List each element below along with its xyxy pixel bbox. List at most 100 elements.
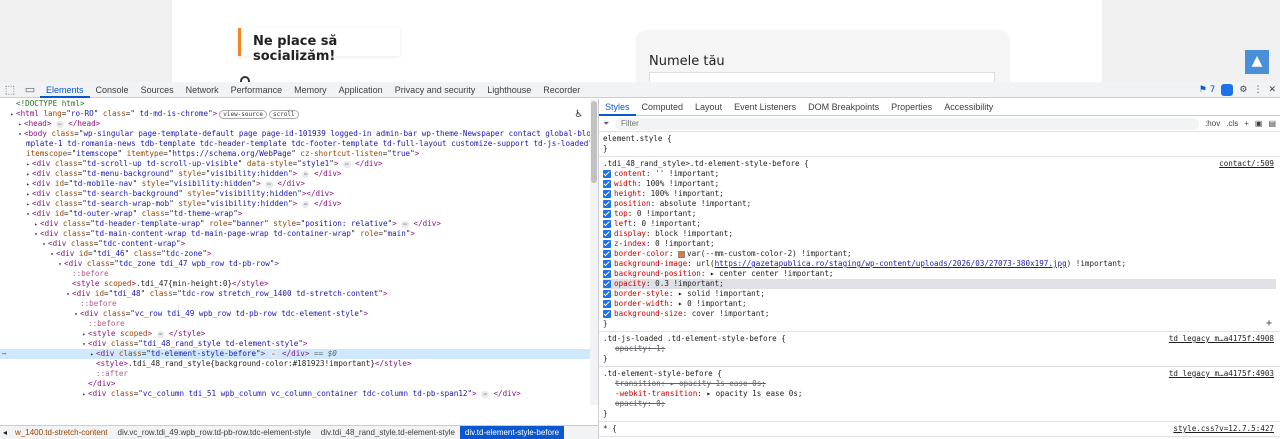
breadcrumb-item[interactable]: div.td-element-style-before [459, 426, 565, 439]
account-icon[interactable] [1221, 84, 1234, 96]
breadcrumb-item[interactable]: w_1400.td-stretch-content [10, 428, 113, 437]
tab-lighthouse[interactable]: Lighthouse [481, 82, 537, 98]
expand-toggle-icon[interactable]: ▾ [40, 240, 48, 249]
filter-tool-button[interactable]: .cls [1226, 119, 1238, 128]
expand-toggle-icon[interactable]: ▾ [16, 130, 24, 139]
breadcrumb-item[interactable]: div.vc_row.tdi_49.wpb_row.td-pb-row.tdc-… [113, 428, 316, 437]
styles-tab-accessibility[interactable]: Accessibility [938, 99, 999, 116]
expand-toggle-icon[interactable]: ▸ [16, 120, 24, 129]
tab-elements[interactable]: Elements [40, 82, 90, 98]
css-property[interactable]: opacity: 0; [603, 399, 1276, 409]
property-checkbox[interactable] [603, 300, 611, 308]
filter-tool-button[interactable]: + [1244, 119, 1249, 128]
css-property[interactable]: z-index: 0 !important; [603, 239, 1276, 249]
close-icon[interactable]: ✕ [1268, 85, 1276, 95]
dom-node-line[interactable]: ⋯ ▸ <div class="td-element-style-before"> … [0, 349, 590, 359]
expand-toggle-icon[interactable]: ▾ [32, 230, 40, 239]
filter-tool-button[interactable]: :hov [1205, 119, 1220, 128]
expand-toggle-icon[interactable]: ▸ [32, 220, 40, 229]
dom-node-line[interactable]: ▾ <body class="wp-singular page-template-… [0, 129, 590, 139]
styles-tab-dom-breakpoints[interactable]: DOM Breakpoints [802, 99, 885, 116]
settings-gear-icon[interactable]: ⚙ [1239, 85, 1247, 95]
expand-toggle-icon[interactable]: ▾ [64, 290, 72, 299]
expand-toggle-icon[interactable]: ▾ [48, 250, 56, 259]
dom-node-line[interactable]: ▸ <head> ⋯ </head> [0, 119, 590, 129]
expand-toggle-icon[interactable]: ▸ [8, 110, 16, 119]
color-swatch[interactable] [678, 250, 686, 258]
property-checkbox[interactable] [603, 260, 611, 268]
styles-filter-input[interactable] [615, 117, 1200, 130]
property-checkbox[interactable] [603, 210, 611, 218]
dom-node-line[interactable]: ▾ <div class="vc_row tdi_49 wpb_row td-pb… [0, 309, 590, 319]
css-property[interactable]: display: block !important; [603, 229, 1276, 239]
dom-node-line[interactable]: ▾ <div class="td-main-content-wrap td-mai… [0, 229, 590, 239]
expand-toggle-icon[interactable]: ▸ [88, 350, 96, 359]
css-property[interactable]: width: 100% !important; [603, 179, 1276, 189]
tab-recorder[interactable]: Recorder [537, 82, 586, 98]
dom-node-line[interactable]: ::before [0, 319, 590, 329]
breadcrumb-item[interactable]: div.tdi_48_rand_style.td-element-style [316, 428, 460, 437]
elements-scrollbar[interactable] [590, 99, 598, 405]
dom-node-line[interactable]: ▸ <div class="td-search-background" style… [0, 189, 590, 199]
property-checkbox[interactable] [603, 170, 611, 178]
expand-toggle-icon[interactable]: ▸ [80, 330, 88, 339]
expand-toggle-icon[interactable]: ▸ [24, 160, 32, 169]
css-property[interactable]: top: 0 !important; [603, 209, 1276, 219]
dom-node-line[interactable]: ▸ <div class="vc_column tdi_51 wpb_column… [0, 389, 590, 399]
dom-node-line[interactable]: ▾ <div id="td-outer-wrap" class="td-theme… [0, 209, 590, 219]
expand-toggle-icon[interactable]: ▾ [80, 340, 88, 349]
tab-memory[interactable]: Memory [288, 82, 333, 98]
property-checkbox[interactable] [603, 220, 611, 228]
rule-source-link[interactable]: td_legacy_m…a4175f:4903 [1169, 369, 1274, 379]
dom-node-line[interactable]: ▾ <div class="tdi_48_rand_style td-elemen… [0, 339, 590, 349]
tab-performance[interactable]: Performance [225, 82, 289, 98]
expand-toggle-icon[interactable]: ▸ [80, 390, 88, 399]
tab-application[interactable]: Application [333, 82, 389, 98]
css-property[interactable]: opacity: 0.3 !important; [603, 279, 1276, 289]
styles-tab-layout[interactable]: Layout [689, 99, 728, 116]
css-property[interactable]: content: '' !important; [603, 169, 1276, 179]
css-property[interactable]: background-position: ▸ center center !im… [603, 269, 1276, 279]
more-menu-icon[interactable]: ⋮ [1253, 85, 1262, 95]
tab-privacy-and-security[interactable]: Privacy and security [389, 82, 482, 98]
dom-node-line[interactable]: ::after [0, 369, 590, 379]
property-checkbox[interactable] [603, 190, 611, 198]
elements-tree[interactable]: ♿ <!DOCTYPE html> ▸ <html lang="ro-RO" cla… [0, 99, 590, 405]
dom-node-line[interactable]: <style>.tdi_48_rand_style{background-col… [0, 359, 590, 369]
dom-node-line[interactable]: mplate-1 td-romania-news tdb-template td… [0, 139, 590, 149]
dom-node-line[interactable]: <style scoped>.tdi_47{min-height:0}</sty… [0, 279, 590, 289]
dom-node-line[interactable]: </div> [0, 379, 590, 389]
sidebar-toggle-icon[interactable]: ▣ [1255, 119, 1263, 128]
property-checkbox[interactable] [603, 230, 611, 238]
css-property[interactable]: opacity: 1; [603, 344, 1276, 354]
property-checkbox[interactable] [603, 310, 611, 318]
styles-tab-properties[interactable]: Properties [885, 99, 938, 116]
tab-network[interactable]: Network [180, 82, 225, 98]
dom-node-line[interactable]: ::before [0, 299, 590, 309]
css-property[interactable]: border-width: ▸ 0 !important; [603, 299, 1276, 309]
styles-tab-event-listeners[interactable]: Event Listeners [728, 99, 802, 116]
expand-toggle-icon[interactable]: ▾ [72, 310, 80, 319]
css-property[interactable]: border-style: ▸ solid !important; [603, 289, 1276, 299]
expand-toggle-icon[interactable]: ▸ [24, 180, 32, 189]
property-checkbox[interactable] [603, 240, 611, 248]
expand-toggle-icon[interactable]: ▾ [24, 210, 32, 219]
styles-tab-computed[interactable]: Computed [636, 99, 690, 116]
property-checkbox[interactable] [603, 180, 611, 188]
issues-counter[interactable]: ⚑ 7 [1199, 85, 1216, 95]
sidebar-toggle-icon[interactable]: ▤ [1268, 119, 1276, 128]
scroll-top-button[interactable]: ▲ [1245, 50, 1269, 74]
device-toolbar-icon[interactable]: ▭ [20, 82, 40, 98]
dom-node-line[interactable]: ▸ <div class="td-scroll-up td-scroll-up-v… [0, 159, 590, 169]
name-input[interactable] [649, 72, 995, 82]
expand-toggle-icon[interactable]: ▸ [24, 200, 32, 209]
inspect-icon[interactable]: ⬚ [0, 82, 20, 98]
dom-node-line[interactable]: itemscope="itemscope" itemtype="https://… [0, 149, 590, 159]
dom-node-line[interactable]: ▸ <style scoped> ⋯ </style> [0, 329, 590, 339]
property-checkbox[interactable] [603, 280, 611, 288]
rule-source-link[interactable]: td_legacy_m…a4175f:4908 [1169, 334, 1274, 344]
expand-toggle-icon[interactable]: ▸ [24, 190, 32, 199]
dom-node-line[interactable]: ▸ <div class="td-header-template-wrap" ro… [0, 219, 590, 229]
expand-toggle-icon[interactable]: ▾ [56, 260, 64, 269]
property-checkbox[interactable] [603, 270, 611, 278]
